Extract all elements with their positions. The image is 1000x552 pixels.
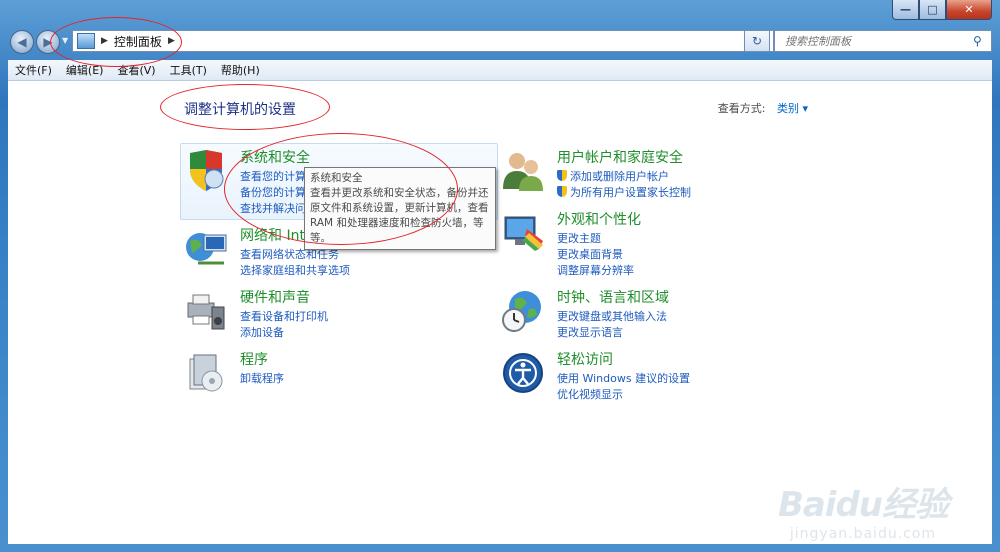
category-link[interactable]: 更改键盘或其他输入法 bbox=[557, 308, 667, 324]
view-by: 查看方式: 类别 ▾ bbox=[718, 100, 808, 116]
control-panel-content: 调整计算机的设置 查看方式: 类别 ▾ 系统和安全 查看您的计算机状态 备份您的… bbox=[8, 81, 992, 544]
caption-buttons: — □ ✕ bbox=[892, 0, 992, 20]
uac-shield-icon bbox=[557, 170, 567, 181]
breadcrumb-control-panel[interactable]: 控制面板 bbox=[114, 33, 162, 50]
refresh-button[interactable]: ↻ bbox=[744, 30, 770, 52]
category-link[interactable]: 使用 Windows 建议的设置 bbox=[557, 370, 690, 386]
back-arrow-icon: ◀ bbox=[17, 35, 27, 49]
menu-bar: 文件(F) 编辑(E) 查看(V) 工具(T) 帮助(H) bbox=[8, 60, 992, 81]
category-link-label: 添加或删除用户帐户 bbox=[570, 170, 669, 183]
globe-clock-icon bbox=[502, 291, 541, 332]
category-link[interactable]: 优化视频显示 bbox=[557, 386, 623, 402]
category-appearance: 外观和个性化 更改主题 更改桌面背景 调整屏幕分辨率 bbox=[501, 207, 831, 277]
close-icon: ✕ bbox=[964, 3, 974, 16]
category-link[interactable]: 卸载程序 bbox=[240, 370, 284, 386]
tooltip-title: 系统和安全 bbox=[310, 172, 363, 184]
category-hardware-sound: 硬件和声音 查看设备和打印机 添加设备 bbox=[184, 285, 514, 345]
category-user-accounts: 用户帐户和家庭安全 添加或删除用户帐户 为所有用户设置家长控制 bbox=[501, 145, 831, 205]
category-title[interactable]: 硬件和声音 bbox=[240, 287, 310, 307]
baidu-watermark: Baidu经验 jingyan.baidu.com bbox=[777, 477, 949, 542]
uac-shield-icon bbox=[557, 186, 567, 197]
navigation-bar: ◀ ▶ ▼ ▶ 控制面板 ▶ ▼ ↻ ⚲ bbox=[8, 28, 992, 56]
view-by-dropdown[interactable]: 类别 ▾ bbox=[777, 102, 808, 115]
users-icon bbox=[503, 153, 543, 191]
category-programs: 程序 卸载程序 bbox=[184, 347, 514, 407]
recent-pages-dropdown[interactable]: ▼ bbox=[62, 36, 68, 45]
forward-arrow-icon: ▶ bbox=[43, 35, 53, 49]
category-link[interactable]: 添加设备 bbox=[240, 324, 284, 340]
category-link[interactable]: 更改主题 bbox=[557, 230, 601, 246]
category-title[interactable]: 时钟、语言和区域 bbox=[557, 287, 669, 307]
address-bar[interactable]: ▶ 控制面板 ▶ ▼ bbox=[72, 30, 774, 52]
search-box[interactable]: ⚲ bbox=[774, 30, 992, 52]
category-link[interactable]: 查看设备和打印机 bbox=[240, 308, 328, 324]
menu-edit[interactable]: 编辑(E) bbox=[59, 62, 111, 78]
window-frame: — □ ✕ ◀ ▶ ▼ ▶ 控制面板 ▶ ▼ ↻ ⚲ 文件(F) 编辑(E) 查… bbox=[0, 0, 1000, 552]
category-title[interactable]: 用户帐户和家庭安全 bbox=[557, 147, 683, 167]
category-link[interactable]: 为所有用户设置家长控制 bbox=[557, 184, 691, 200]
monitor-palette-icon bbox=[504, 216, 543, 251]
category-title[interactable]: 程序 bbox=[240, 349, 268, 369]
category-link[interactable]: 添加或删除用户帐户 bbox=[557, 168, 669, 184]
forward-button[interactable]: ▶ bbox=[36, 30, 60, 54]
shield-icon bbox=[190, 150, 224, 191]
category-clock-language-region: 时钟、语言和区域 更改键盘或其他输入法 更改显示语言 bbox=[501, 285, 831, 345]
tooltip-body: 查看并更改系统和安全状态，备份并还原文件和系统设置，更新计算机，查看 RAM 和… bbox=[310, 187, 489, 244]
category-link-label: 为所有用户设置家长控制 bbox=[570, 186, 691, 199]
watermark-url: jingyan.baidu.com bbox=[789, 526, 937, 542]
close-button[interactable]: ✕ bbox=[946, 0, 992, 20]
network-globe-icon bbox=[186, 233, 227, 265]
breadcrumb-separator-icon[interactable]: ▶ bbox=[101, 36, 108, 46]
programs-icon bbox=[189, 354, 223, 392]
menu-help[interactable]: 帮助(H) bbox=[214, 62, 267, 78]
view-by-value: 类别 bbox=[776, 102, 799, 115]
breadcrumb-separator-icon[interactable]: ▶ bbox=[168, 36, 175, 46]
menu-tools[interactable]: 工具(T) bbox=[163, 62, 214, 78]
search-input[interactable] bbox=[775, 33, 973, 49]
category-title[interactable]: 外观和个性化 bbox=[557, 209, 641, 229]
category-title[interactable]: 系统和安全 bbox=[240, 147, 310, 167]
menu-view[interactable]: 查看(V) bbox=[110, 62, 162, 78]
back-button[interactable]: ◀ bbox=[10, 30, 34, 54]
watermark-logo: Baidu经验 bbox=[777, 485, 949, 525]
category-title[interactable]: 轻松访问 bbox=[557, 349, 613, 369]
category-tooltip: 系统和安全 查看并更改系统和安全状态，备份并还原文件和系统设置，更新计算机，查看… bbox=[304, 167, 496, 250]
category-ease-of-access: 轻松访问 使用 Windows 建议的设置 优化视频显示 bbox=[501, 347, 831, 407]
category-link[interactable]: 更改桌面背景 bbox=[557, 246, 623, 262]
view-by-label: 查看方式: bbox=[717, 102, 766, 115]
maximize-icon: □ bbox=[927, 3, 938, 16]
menu-file[interactable]: 文件(F) bbox=[8, 62, 59, 78]
minimize-button[interactable]: — bbox=[892, 0, 919, 20]
page-title: 调整计算机的设置 bbox=[184, 102, 296, 118]
refresh-icon: ↻ bbox=[751, 34, 763, 48]
printer-speaker-icon bbox=[187, 294, 225, 330]
minimize-icon: — bbox=[900, 3, 911, 16]
maximize-button[interactable]: □ bbox=[919, 0, 946, 20]
category-link[interactable]: 更改显示语言 bbox=[557, 324, 623, 340]
category-link[interactable]: 调整屏幕分辨率 bbox=[557, 262, 634, 278]
ease-of-access-icon bbox=[503, 353, 543, 393]
search-icon[interactable]: ⚲ bbox=[973, 34, 991, 48]
control-panel-icon bbox=[77, 33, 95, 49]
category-link[interactable]: 选择家庭组和共享选项 bbox=[240, 262, 350, 278]
